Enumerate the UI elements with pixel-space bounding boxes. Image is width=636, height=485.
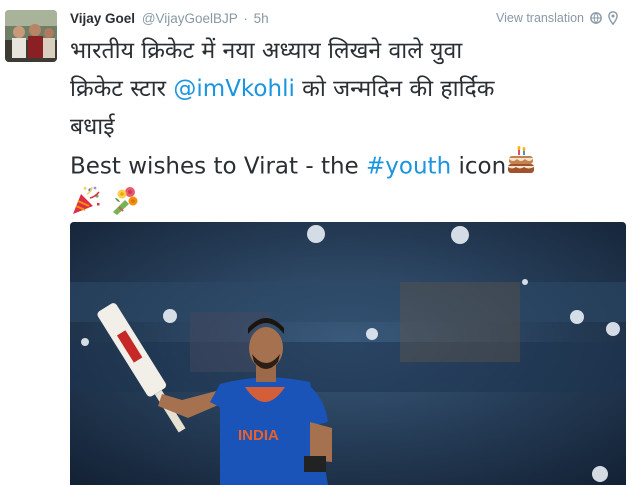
tweet-text-line-4: Best wishes to Virat - the #youth icon: [70, 146, 628, 184]
tweet-english-text-a: Best wishes to Virat - the: [70, 153, 367, 180]
avatar[interactable]: [5, 10, 57, 62]
tweet-hindi-text-2b: को जन्मदिन की हार्दिक: [294, 76, 495, 102]
hashtag-link[interactable]: #youth: [366, 154, 451, 180]
virat-kohli-photo: INDIA: [70, 222, 626, 485]
author-handle[interactable]: @VijayGoelBJP: [142, 11, 238, 26]
tweet-english-text-b: icon: [451, 153, 507, 180]
view-translation-group: View translation: [496, 11, 618, 25]
meta-separator: ·: [243, 11, 248, 26]
jersey-india-text: INDIA: [238, 427, 279, 444]
avatar-image: [5, 10, 57, 62]
tweet-hindi-text-1: भारतीय क्रिकेट में नया अध्याय लिखने वाले…: [70, 38, 463, 64]
location-pin-icon[interactable]: [608, 11, 618, 25]
tweet-text-line-1: भारतीय क्रिकेट में नया अध्याय लिखने वाले…: [70, 32, 628, 70]
tweet-text-line-5: [70, 184, 628, 222]
globe-icon[interactable]: [590, 12, 602, 24]
view-translation-link[interactable]: View translation: [496, 11, 584, 25]
tweet-text-line-3: बधाई: [70, 108, 628, 146]
tweet-timestamp[interactable]: 5h: [254, 11, 269, 26]
birthday-cake-icon: [506, 146, 536, 188]
tweet-hindi-text-3: बधाई: [70, 114, 115, 140]
author-name[interactable]: Vijay Goel: [70, 11, 135, 26]
tweet-photo[interactable]: INDIA: [70, 222, 626, 485]
tweet-text-line-2: क्रिकेट स्टार @imVkohli को जन्मदिन की हा…: [70, 70, 628, 108]
tweet-text: भारतीय क्रिकेट में नया अध्याय लिखने वाले…: [70, 32, 628, 222]
mention-link[interactable]: @imVkohli: [173, 76, 294, 102]
tweet-header: Vijay Goel @VijayGoelBJP · 5h View trans…: [70, 11, 626, 31]
tweet-hindi-text-2a: क्रिकेट स्टार: [70, 76, 174, 102]
